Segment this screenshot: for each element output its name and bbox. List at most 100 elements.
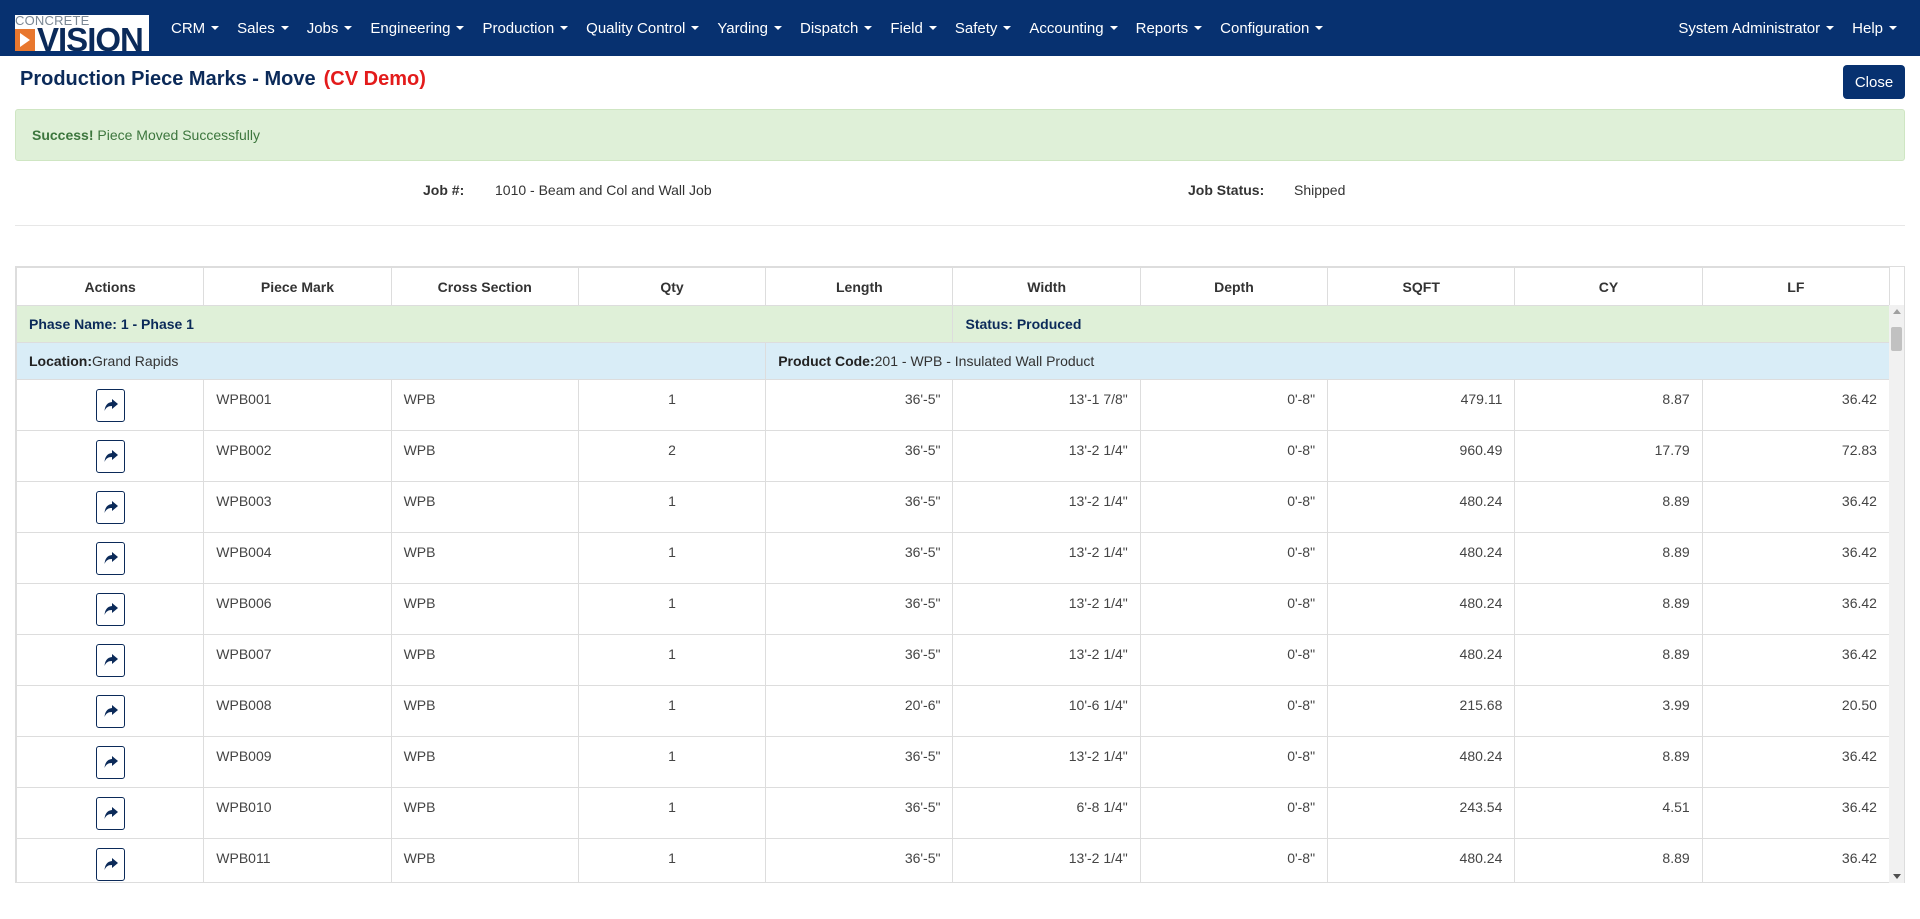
move-piece-button[interactable] — [95, 797, 125, 830]
length-cell: 36'-5" — [765, 481, 954, 533]
table-scrollbar[interactable] — [1889, 305, 1904, 883]
scroll-up-arrow-icon[interactable] — [1893, 309, 1901, 314]
qty-cell: 1 — [577, 634, 767, 686]
cy-cell: 4.51 — [1514, 787, 1703, 839]
depth-cell: 0'-8" — [1139, 379, 1329, 431]
actions-cell — [16, 532, 205, 584]
depth-cell: 0'-8" — [1139, 838, 1329, 882]
header-sqft[interactable]: SQFT — [1327, 267, 1516, 306]
menu-field[interactable]: Field — [881, 0, 946, 56]
header-qty[interactable]: Qty — [577, 267, 767, 306]
cross-section-cell: WPB — [390, 379, 579, 431]
cy-cell: 17.79 — [1514, 430, 1703, 482]
menu-user[interactable]: System Administrator — [1669, 0, 1843, 56]
caret-down-icon — [1109, 26, 1118, 30]
menu-configuration[interactable]: Configuration — [1211, 0, 1332, 56]
header-cy[interactable]: CY — [1514, 267, 1703, 306]
cy-cell: 3.99 — [1514, 685, 1703, 737]
piece-mark-cell: WPB007 — [203, 634, 392, 686]
share-arrow-icon — [104, 399, 118, 411]
table-row: WPB010 WPB 1 36'-5" 6'-8 1/4" 0'-8" 243.54 4.51… — [16, 787, 1890, 839]
menu-safety[interactable]: Safety — [946, 0, 1021, 56]
cross-section-cell: WPB — [390, 583, 579, 635]
menu-accounting[interactable]: Accounting — [1020, 0, 1126, 56]
lf-cell: 36.42 — [1701, 736, 1890, 788]
sqft-cell: 480.24 — [1327, 736, 1516, 788]
length-cell: 36'-5" — [765, 532, 954, 584]
header-width[interactable]: Width — [952, 267, 1141, 306]
menu-reports[interactable]: Reports — [1127, 0, 1212, 56]
cy-cell: 8.89 — [1514, 532, 1703, 584]
cy-cell: 8.89 — [1514, 634, 1703, 686]
move-piece-button[interactable] — [95, 848, 125, 881]
menu-jobs[interactable]: Jobs — [298, 0, 362, 56]
header-depth[interactable]: Depth — [1139, 267, 1329, 306]
move-piece-button[interactable] — [95, 695, 125, 728]
width-cell: 13'-2 1/4" — [952, 532, 1141, 584]
menu-dispatch[interactable]: Dispatch — [791, 0, 881, 56]
header-length[interactable]: Length — [765, 267, 954, 306]
lf-cell: 36.42 — [1701, 583, 1890, 635]
move-piece-button[interactable] — [95, 746, 125, 779]
qty-cell: 1 — [577, 685, 767, 737]
piece-mark-cell: WPB001 — [203, 379, 392, 431]
width-cell: 13'-2 1/4" — [952, 634, 1141, 686]
actions-cell — [16, 787, 205, 839]
actions-cell — [16, 583, 205, 635]
header-piece-mark[interactable]: Piece Mark — [203, 267, 392, 306]
close-button[interactable]: Close — [1843, 65, 1905, 99]
move-piece-button[interactable] — [95, 440, 125, 473]
share-arrow-icon — [104, 654, 118, 666]
share-arrow-icon — [104, 756, 118, 768]
actions-cell — [16, 379, 205, 431]
lf-cell: 36.42 — [1701, 532, 1890, 584]
move-piece-button[interactable] — [95, 491, 125, 524]
header-cross-section[interactable]: Cross Section — [390, 267, 579, 306]
demo-tag: (CV Demo) — [323, 68, 426, 90]
menu-quality-control[interactable]: Quality Control — [577, 0, 708, 56]
menu-yarding[interactable]: Yarding — [708, 0, 791, 56]
width-cell: 13'-2 1/4" — [952, 736, 1141, 788]
caret-down-icon — [1889, 26, 1897, 30]
table-row: WPB004 WPB 1 36'-5" 13'-2 1/4" 0'-8" 480.24 8.8… — [16, 532, 1890, 584]
width-cell: 13'-2 1/4" — [952, 838, 1141, 882]
move-piece-button[interactable] — [95, 542, 125, 575]
header-actions[interactable]: Actions — [16, 267, 205, 306]
cy-cell: 8.87 — [1514, 379, 1703, 431]
user-menu-area: System Administrator Help — [1669, 0, 1906, 56]
concrete-vision-logo[interactable]: CONCRETE VISION — [15, 15, 149, 51]
move-piece-button[interactable] — [95, 644, 125, 677]
menu-production[interactable]: Production — [473, 0, 577, 56]
job-number-value: 1010 - Beam and Col and Wall Job — [495, 182, 712, 198]
caret-down-icon — [456, 26, 465, 30]
table-row: WPB008 WPB 1 20'-6" 10'-6 1/4" 0'-8" 215.68 3.9… — [16, 685, 1890, 737]
lf-cell: 36.42 — [1701, 634, 1890, 686]
piece-mark-cell: WPB006 — [203, 583, 392, 635]
phase-name: Phase Name: 1 - Phase 1 — [16, 305, 954, 343]
header-lf[interactable]: LF — [1701, 267, 1890, 306]
length-cell: 36'-5" — [765, 430, 954, 482]
page-title-text: Production Piece Marks - Move — [20, 68, 316, 90]
share-arrow-icon — [104, 807, 118, 819]
table-row: WPB002 WPB 2 36'-5" 13'-2 1/4" 0'-8" 960.49 17.… — [16, 430, 1890, 482]
logo-main-text: VISION — [37, 21, 144, 51]
table-row: WPB003 WPB 1 36'-5" 13'-2 1/4" 0'-8" 480.24 8.8… — [16, 481, 1890, 533]
menu-sales[interactable]: Sales — [228, 0, 298, 56]
menu-engineering[interactable]: Engineering — [361, 0, 473, 56]
scroll-down-arrow-icon[interactable] — [1893, 874, 1901, 879]
cy-cell: 8.89 — [1514, 838, 1703, 882]
table-row: WPB009 WPB 1 36'-5" 13'-2 1/4" 0'-8" 480.24 8.8… — [16, 736, 1890, 788]
qty-cell: 1 — [577, 481, 767, 533]
sqft-cell: 480.24 — [1327, 583, 1516, 635]
lf-cell: 36.42 — [1701, 838, 1890, 882]
lf-cell: 20.50 — [1701, 685, 1890, 737]
menu-crm[interactable]: CRM — [162, 0, 228, 56]
cross-section-cell: WPB — [390, 430, 579, 482]
menu-help[interactable]: Help — [1843, 0, 1906, 56]
scroll-thumb[interactable] — [1891, 327, 1902, 351]
location-cell: Location:Grand Rapids — [16, 342, 767, 380]
move-piece-button[interactable] — [95, 389, 125, 422]
page-title: Production Piece Marks - Move (CV Demo) — [20, 68, 426, 91]
table-header-row: Actions Piece Mark Cross Section Qty Len… — [16, 267, 1890, 306]
move-piece-button[interactable] — [95, 593, 125, 626]
